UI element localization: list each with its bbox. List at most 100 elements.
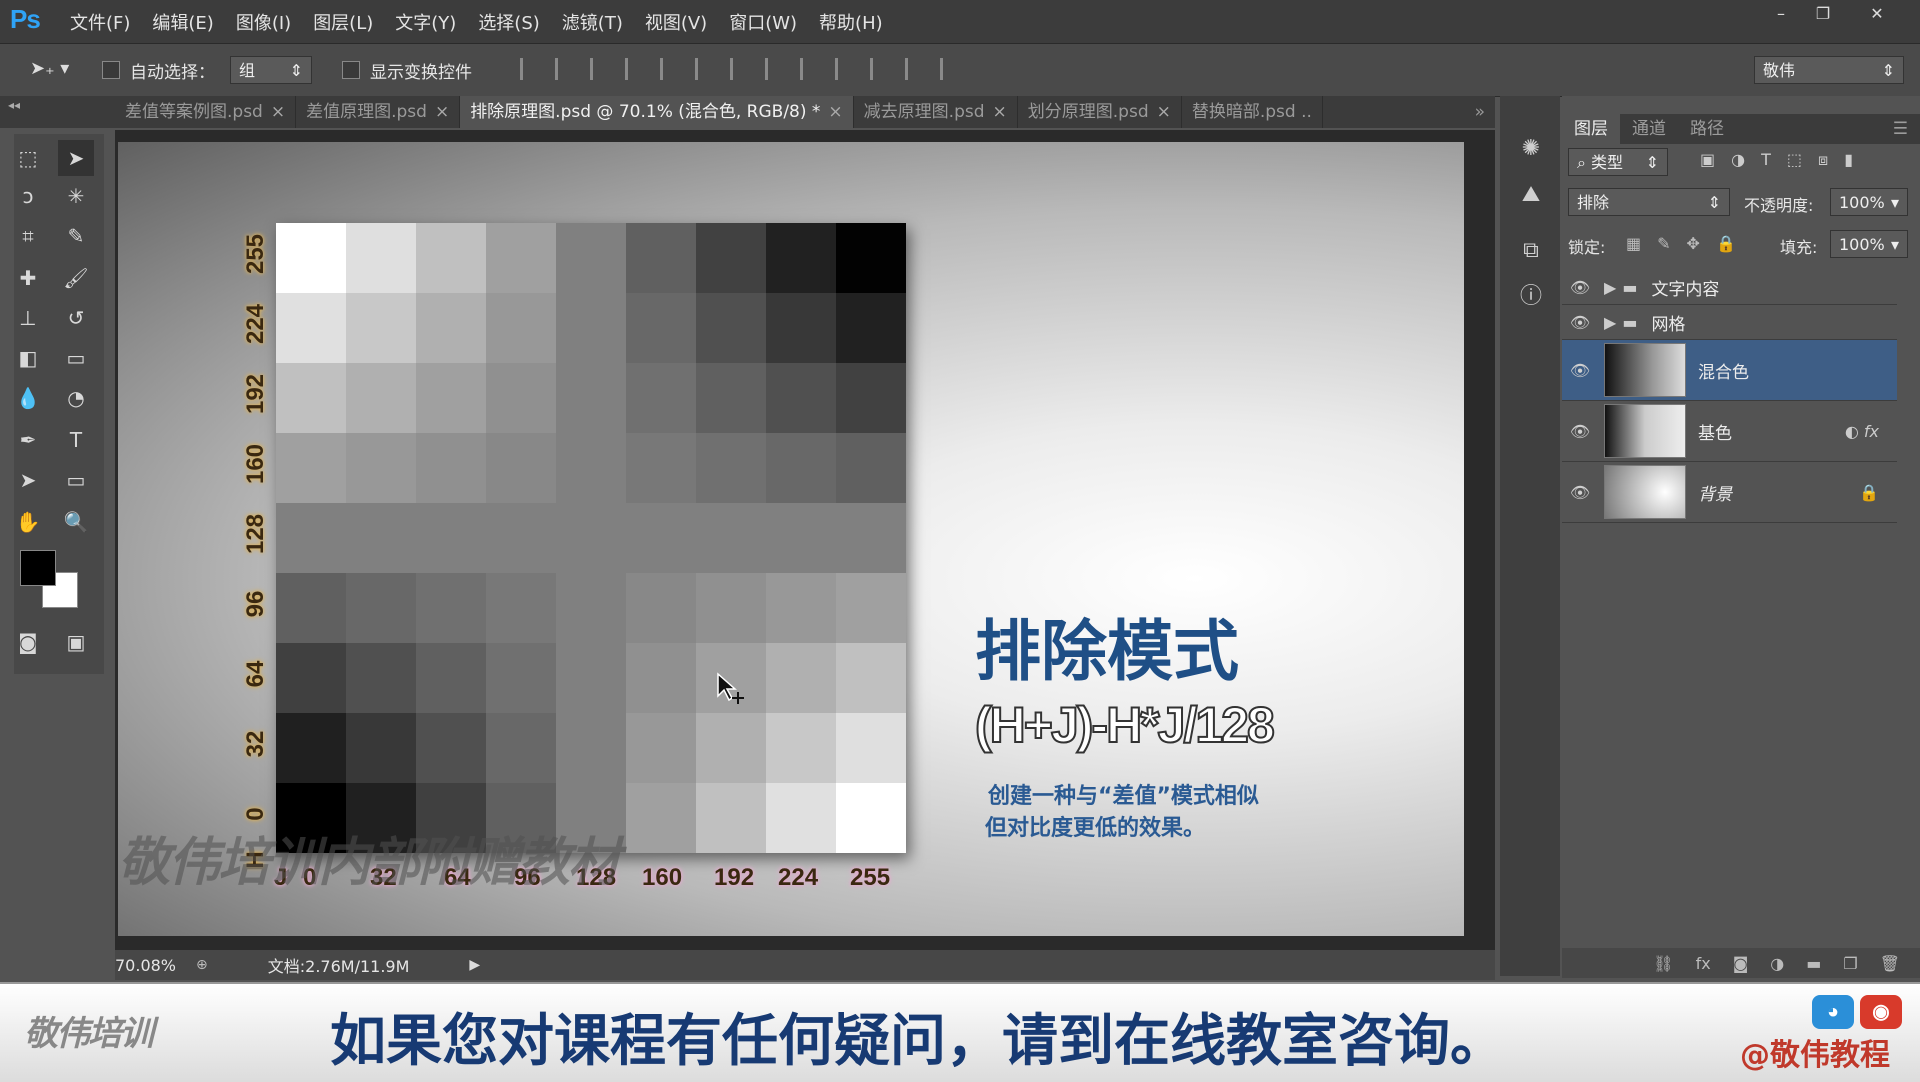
- close-tab-icon[interactable]: ×: [1157, 102, 1171, 122]
- close-tab-icon[interactable]: ×: [435, 102, 449, 122]
- layer-blend-color[interactable]: 👁 混合色: [1562, 340, 1897, 401]
- move-tool-preset-icon[interactable]: ➤₊ ▾: [30, 58, 69, 79]
- minimize-icon[interactable]: –: [1764, 2, 1798, 26]
- histogram-icon[interactable]: ⛰: [1516, 180, 1546, 210]
- align-left-icon[interactable]: [625, 58, 646, 80]
- history-brush-icon[interactable]: ↺: [58, 300, 94, 336]
- visibility-eye-icon[interactable]: 👁: [1562, 278, 1598, 297]
- crop-tool-icon[interactable]: ⌗: [10, 218, 46, 254]
- screen-mode-icon[interactable]: ▣: [58, 624, 94, 660]
- visibility-eye-icon[interactable]: 👁: [1562, 313, 1598, 332]
- workspace-dropdown[interactable]: 敬伟 ⇕: [1754, 56, 1904, 84]
- layer-base-color[interactable]: 👁 基色 ◐ fx: [1562, 401, 1897, 462]
- filter-smart-object-icon[interactable]: ⧈: [1818, 150, 1828, 170]
- lock-image-icon[interactable]: ✎: [1657, 234, 1670, 253]
- menu-type[interactable]: 文字(Y): [395, 9, 456, 35]
- dodge-tool-icon[interactable]: ◔: [58, 380, 94, 416]
- menu-edit[interactable]: 编辑(E): [152, 9, 213, 35]
- close-tab-icon[interactable]: ×: [271, 102, 285, 122]
- distribute-top-icon[interactable]: [730, 58, 751, 80]
- status-info-icon[interactable]: ⊕: [196, 957, 208, 973]
- layer-effects-icon[interactable]: ◐ fx: [1845, 422, 1879, 441]
- new-layer-icon[interactable]: ❐: [1843, 954, 1857, 973]
- expand-arrow-icon[interactable]: ▶: [1604, 278, 1616, 297]
- auto-select-dropdown[interactable]: 组 ⇕: [230, 56, 312, 84]
- close-tab-icon[interactable]: ×: [828, 102, 842, 122]
- more-tabs-icon[interactable]: »: [1465, 96, 1495, 128]
- blur-tool-icon[interactable]: 💧: [10, 380, 46, 416]
- auto-select-checkbox[interactable]: [102, 61, 120, 79]
- path-selection-icon[interactable]: ➤: [10, 462, 46, 498]
- lock-position-icon[interactable]: ✥: [1687, 234, 1700, 253]
- status-menu-arrow-icon[interactable]: ▶: [469, 957, 480, 973]
- filter-pixel-icon[interactable]: ▣: [1700, 150, 1715, 170]
- align-bottom-icon[interactable]: [590, 58, 611, 80]
- menu-file[interactable]: 文件(F): [70, 9, 130, 35]
- align-top-icon[interactable]: [520, 58, 541, 80]
- zoom-level[interactable]: 70.08%: [115, 956, 176, 975]
- tab-document-5[interactable]: 划分原理图.psd ×: [1018, 96, 1182, 128]
- lasso-tool-icon[interactable]: ↄ: [10, 178, 46, 214]
- magic-wand-icon[interactable]: ✳: [58, 178, 94, 214]
- pen-tool-icon[interactable]: ✒: [10, 422, 46, 458]
- menu-help[interactable]: 帮助(H): [819, 9, 883, 35]
- filter-adjustment-icon[interactable]: ◑: [1731, 150, 1745, 170]
- gradient-tool-icon[interactable]: ▭: [58, 340, 94, 376]
- collapse-toolbox-icon[interactable]: ◂◂: [8, 98, 20, 112]
- close-icon[interactable]: ✕: [1860, 2, 1894, 26]
- navigator-icon[interactable]: ✺: [1516, 134, 1546, 164]
- quick-mask-icon[interactable]: ◙: [10, 624, 46, 660]
- distribute-vcenter-icon[interactable]: [765, 58, 786, 80]
- visibility-eye-icon[interactable]: 👁: [1562, 483, 1598, 502]
- visibility-eye-icon[interactable]: 👁: [1562, 422, 1598, 441]
- distribute-left-icon[interactable]: [835, 58, 856, 80]
- close-tab-icon[interactable]: ×: [993, 102, 1007, 122]
- healing-brush-icon[interactable]: ✚: [10, 260, 46, 296]
- maximize-icon[interactable]: ❐: [1806, 2, 1840, 26]
- clone-stamp-icon[interactable]: ⊥: [10, 300, 46, 336]
- align-vcenter-icon[interactable]: [555, 58, 576, 80]
- tab-document-active[interactable]: 排除原理图.psd @ 70.1% (混合色, RGB/8) * ×: [460, 96, 854, 128]
- move-tool-icon[interactable]: ➤: [58, 140, 94, 176]
- type-tool-icon[interactable]: T: [58, 422, 94, 458]
- hand-tool-icon[interactable]: ✋: [10, 504, 46, 540]
- visibility-eye-icon[interactable]: 👁: [1562, 361, 1598, 380]
- fill-field[interactable]: 100% ▾: [1830, 230, 1908, 258]
- align-right-icon[interactable]: [695, 58, 716, 80]
- tab-document-6[interactable]: 替换暗部.psd ..: [1182, 96, 1323, 128]
- expand-arrow-icon[interactable]: ▶: [1604, 313, 1616, 332]
- delete-layer-icon[interactable]: 🗑: [1880, 954, 1900, 973]
- rectangle-tool-icon[interactable]: ▭: [58, 462, 94, 498]
- add-mask-icon[interactable]: ◙: [1733, 954, 1749, 973]
- info-icon[interactable]: ⓘ: [1516, 282, 1546, 312]
- menu-select[interactable]: 选择(S): [478, 9, 539, 35]
- tab-document-4[interactable]: 减去原理图.psd ×: [854, 96, 1018, 128]
- tab-layers[interactable]: 图层: [1562, 114, 1620, 144]
- tab-paths[interactable]: 路径: [1678, 114, 1736, 144]
- menu-layer[interactable]: 图层(L): [313, 9, 373, 35]
- menu-view[interactable]: 视图(V): [645, 9, 707, 35]
- layer-group-grid[interactable]: 👁 ▶ ▬ 网格: [1562, 305, 1897, 340]
- tab-document-2[interactable]: 差值原理图.psd ×: [296, 96, 461, 128]
- show-transform-checkbox[interactable]: [342, 61, 360, 79]
- lock-transparent-icon[interactable]: ▦: [1626, 234, 1641, 253]
- blend-mode-dropdown[interactable]: 排除 ⇕: [1568, 188, 1730, 216]
- link-layers-icon[interactable]: ⛓: [1653, 954, 1673, 973]
- marquee-tool-icon[interactable]: ⬚: [10, 140, 46, 176]
- brush-tool-icon[interactable]: 🖌: [58, 260, 94, 296]
- tab-channels[interactable]: 通道: [1620, 114, 1678, 144]
- auto-align-icon[interactable]: [940, 58, 961, 80]
- zoom-tool-icon[interactable]: 🔍: [58, 504, 94, 540]
- new-group-icon[interactable]: ▬: [1806, 954, 1821, 973]
- layer-background[interactable]: 👁 背景 🔒: [1562, 462, 1897, 523]
- panel-menu-icon[interactable]: ☰: [1881, 114, 1920, 144]
- menu-window[interactable]: 窗口(W): [729, 9, 797, 35]
- filter-shape-icon[interactable]: ⬚: [1787, 150, 1802, 170]
- distribute-right-icon[interactable]: [905, 58, 926, 80]
- opacity-field[interactable]: 100% ▾: [1830, 188, 1908, 216]
- align-hcenter-icon[interactable]: [660, 58, 681, 80]
- foreground-color-swatch-front[interactable]: [20, 550, 56, 586]
- menu-filter[interactable]: 滤镜(T): [562, 9, 623, 35]
- distribute-hcenter-icon[interactable]: [870, 58, 891, 80]
- add-style-icon[interactable]: fx: [1696, 954, 1711, 973]
